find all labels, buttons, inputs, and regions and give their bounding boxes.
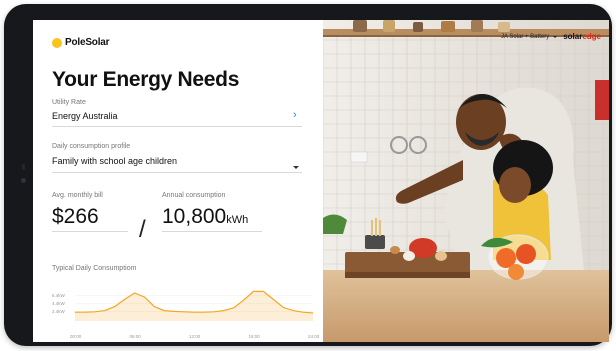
consumption-area xyxy=(75,291,313,321)
page-title: Your Energy Needs xyxy=(52,68,240,91)
sun-icon xyxy=(52,37,62,48)
polesolar-logo[interactable]: PoleSolar xyxy=(52,37,110,48)
tablet-frame: PoleSolar Your Energy Needs Utility Rate… xyxy=(4,4,612,346)
energy-form-panel: PoleSolar Your Energy Needs Utility Rate… xyxy=(33,20,323,342)
consumption-underline xyxy=(162,231,262,232)
monthly-bill-input[interactable]: $266 xyxy=(52,205,99,229)
consumption-unit: kWh xyxy=(226,214,249,226)
dropdown-arrow-icon[interactable] xyxy=(293,166,299,169)
photo-header: JA Solar + Battery solaredge xyxy=(501,32,601,41)
y-tick-label: 2.4kW xyxy=(52,309,66,314)
front-camera xyxy=(21,178,26,183)
x-tick-label: 06:00 xyxy=(130,334,142,339)
plan-selector[interactable]: JA Solar + Battery xyxy=(501,34,549,40)
kitchen-photo xyxy=(323,20,609,342)
bill-underline xyxy=(52,231,128,232)
brand-main: solar xyxy=(563,32,583,41)
utility-rate-underline xyxy=(52,126,302,127)
chart-title: Typical Daily Consumptiom xyxy=(52,265,137,272)
y-tick-label: 4.4kW xyxy=(52,301,66,306)
consumption-value: 10,800 xyxy=(162,205,227,228)
profile-underline xyxy=(52,172,302,173)
x-tick-label: 00:00 xyxy=(70,334,82,339)
app-screen: PoleSolar Your Energy Needs Utility Rate… xyxy=(33,20,609,342)
profile-label: Daily consumption profile xyxy=(52,143,131,150)
utility-rate-field[interactable]: Energy Australia xyxy=(52,111,118,121)
y-tick-label: 6.4kW xyxy=(52,293,66,298)
utility-rate-label: Utility Rate xyxy=(52,99,86,106)
chevron-right-icon[interactable]: › xyxy=(293,109,297,121)
x-tick-label: 12:00 xyxy=(189,334,201,339)
hero-photo: JA Solar + Battery solaredge xyxy=(323,20,609,342)
solaredge-logo: solaredge xyxy=(563,32,601,41)
bill-label: Avg. monthly bill xyxy=(52,192,103,199)
annual-consumption-input[interactable]: 10,800kWh xyxy=(162,205,248,229)
consumption-label: Annual consumption xyxy=(162,192,226,199)
profile-select[interactable]: Family with school age children xyxy=(52,156,177,166)
side-button xyxy=(22,164,25,170)
chevron-down-icon[interactable] xyxy=(553,35,558,38)
daily-consumption-chart: 2.4kW 4.4kW 6.4kW 00:00 06:00 12:00 18:00 24:0… xyxy=(52,290,320,339)
logo-text: PoleSolar xyxy=(65,37,110,48)
x-tick-label: 18:00 xyxy=(249,334,261,339)
x-tick-label: 24:00 xyxy=(308,334,320,339)
brand-accent: edge xyxy=(582,32,601,41)
separator-slash: / xyxy=(139,216,146,243)
